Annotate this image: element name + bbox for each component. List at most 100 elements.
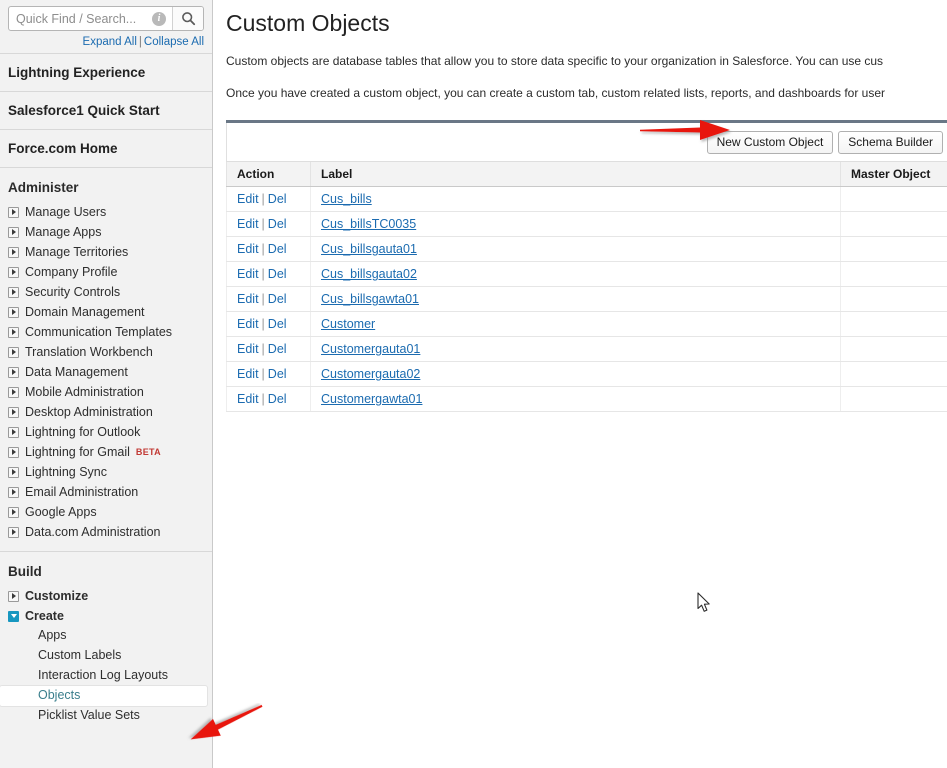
sidebar-item-label: Email Administration [25,485,139,499]
sidebar-item-create[interactable]: Create [0,606,212,626]
action-separator: | [261,267,265,281]
delete-link[interactable]: Del [268,217,287,231]
chevron-right-icon[interactable] [8,266,19,278]
sidebar-item-security-controls[interactable]: Security Controls [0,282,212,302]
sidebar-group-build: Build [8,564,42,579]
expand-all-link[interactable]: Expand All [83,36,137,48]
object-link[interactable]: Customergauta01 [321,342,420,356]
sidebar-item-customize[interactable]: Customize [0,586,212,606]
sidebar-item-manage-users[interactable]: Manage Users [0,202,212,222]
delete-link[interactable]: Del [268,342,287,356]
sidebar-item-mobile-administration[interactable]: Mobile Administration [0,382,212,402]
object-link[interactable]: Cus_billsTC0035 [321,217,416,231]
object-link[interactable]: Cus_billsgauta02 [321,267,417,281]
object-link[interactable]: Customergawta01 [321,392,422,406]
schema-builder-button[interactable]: Schema Builder [838,130,943,154]
sidebar-item-domain-management[interactable]: Domain Management [0,302,212,322]
action-separator: | [261,192,265,206]
sidebar-item-data-com-administration[interactable]: Data.com Administration [0,522,212,542]
chevron-right-icon[interactable] [8,426,19,438]
sidebar-item-lightning-experience[interactable]: Lightning Experience [0,54,212,91]
chevron-right-icon[interactable] [8,346,19,358]
chevron-right-icon[interactable] [8,226,19,238]
search-icon[interactable] [173,7,203,30]
column-header-action[interactable]: Action [226,161,311,187]
quick-find-box[interactable]: i [8,6,204,31]
delete-link[interactable]: Del [268,292,287,306]
edit-link[interactable]: Edit [237,317,259,331]
sidebar-item-company-profile[interactable]: Company Profile [0,262,212,282]
sidebar-item-apps[interactable]: Apps [0,626,212,646]
sidebar-item-salesforce1-quick-start[interactable]: Salesforce1 Quick Start [0,92,212,129]
chevron-right-icon[interactable] [8,526,19,538]
search-input[interactable] [9,7,152,30]
chevron-right-icon[interactable] [8,486,19,498]
chevron-right-icon[interactable] [8,246,19,258]
row-master-cell [840,261,947,287]
delete-link[interactable]: Del [268,192,287,206]
sidebar-item-lightning-sync[interactable]: Lightning Sync [0,462,212,482]
chevron-right-icon[interactable] [8,286,19,298]
edit-link[interactable]: Edit [237,242,259,256]
delete-link[interactable]: Del [268,267,287,281]
object-link[interactable]: Cus_billsgawta01 [321,292,419,306]
sidebar-item-translation-workbench[interactable]: Translation Workbench [0,342,212,362]
sidebar-item-custom-labels[interactable]: Custom Labels [0,646,212,666]
row-actions: Edit | Del [226,311,311,337]
chevron-right-icon[interactable] [8,386,19,398]
action-separator: | [261,367,265,381]
sidebar-item-desktop-administration[interactable]: Desktop Administration [0,402,212,422]
delete-link[interactable]: Del [268,367,287,381]
new-custom-object-button[interactable]: New Custom Object [706,130,834,154]
chevron-down-icon[interactable] [8,610,19,622]
edit-link[interactable]: Edit [237,367,259,381]
table-row: Edit | Del Cus_billsgauta02 [226,261,947,287]
row-actions: Edit | Del [226,186,311,212]
sidebar-item-force-com-home[interactable]: Force.com Home [0,130,212,167]
chevron-right-icon[interactable] [8,206,19,218]
row-master-cell [840,286,947,312]
action-separator: | [261,392,265,406]
sidebar-item-interaction-log-layouts[interactable]: Interaction Log Layouts [0,666,212,686]
delete-link[interactable]: Del [268,242,287,256]
sidebar-item-lightning-for-outlook[interactable]: Lightning for Outlook [0,422,212,442]
column-header-master-object[interactable]: Master Object [840,161,947,187]
sidebar-item-lightning-for-gmail[interactable]: Lightning for Gmail BETA [0,442,212,462]
info-circle-icon[interactable]: i [152,11,166,26]
chevron-right-icon[interactable] [8,466,19,478]
edit-link[interactable]: Edit [237,217,259,231]
sidebar-item-google-apps[interactable]: Google Apps [0,502,212,522]
sidebar-item-manage-territories[interactable]: Manage Territories [0,242,212,262]
delete-link[interactable]: Del [268,317,287,331]
chevron-right-icon[interactable] [8,306,19,318]
edit-link[interactable]: Edit [237,192,259,206]
table-row: Edit | Del Customer [226,311,947,337]
edit-link[interactable]: Edit [237,292,259,306]
sidebar-item-objects[interactable]: Objects [0,686,207,706]
sidebar-item-email-administration[interactable]: Email Administration [0,482,212,502]
collapse-all-link[interactable]: Collapse All [144,36,204,48]
chevron-right-icon[interactable] [8,506,19,518]
object-link[interactable]: Customer [321,317,375,331]
edit-link[interactable]: Edit [237,392,259,406]
chevron-right-icon[interactable] [8,326,19,338]
delete-link[interactable]: Del [268,392,287,406]
object-link[interactable]: Cus_bills [321,192,372,206]
object-link[interactable]: Customergauta02 [321,367,420,381]
sidebar-item-picklist-value-sets[interactable]: Picklist Value Sets [0,706,212,726]
object-link[interactable]: Cus_billsgauta01 [321,242,417,256]
row-label-cell: Customergawta01 [310,386,841,412]
sidebar-item-label: Company Profile [25,265,118,279]
edit-link[interactable]: Edit [237,267,259,281]
edit-link[interactable]: Edit [237,342,259,356]
chevron-right-icon[interactable] [8,406,19,418]
chevron-right-icon[interactable] [8,446,19,458]
sidebar-item-label: Security Controls [25,285,121,299]
chevron-right-icon[interactable] [8,366,19,378]
sidebar-item-communication-templates[interactable]: Communication Templates [0,322,212,342]
column-header-label[interactable]: Label [310,161,841,187]
sidebar-item-manage-apps[interactable]: Manage Apps [0,222,212,242]
chevron-right-icon[interactable] [8,590,19,602]
sidebar-item-data-management[interactable]: Data Management [0,362,212,382]
row-label-cell: Cus_billsgauta01 [310,236,841,262]
